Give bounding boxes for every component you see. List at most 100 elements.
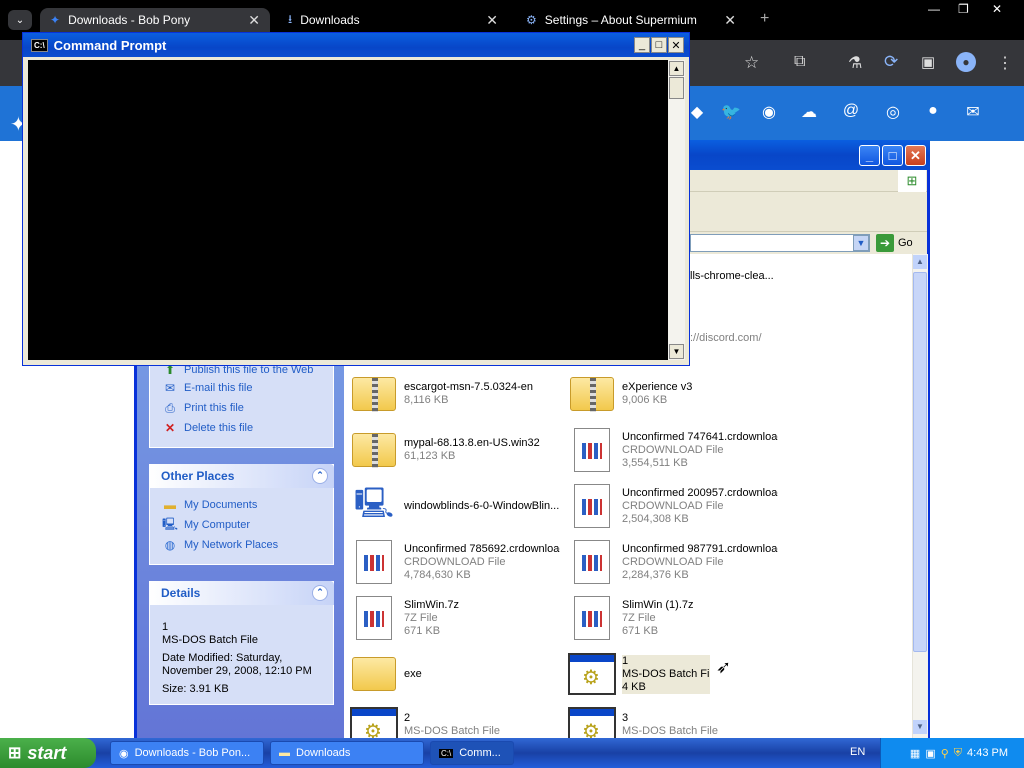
network-tray-icon[interactable]: ▦: [910, 747, 920, 760]
taskbar-button-downloads[interactable]: ▬ Downloads: [270, 741, 424, 765]
batch-file-icon: [568, 653, 616, 695]
sync-icon[interactable]: ⟳: [884, 52, 898, 72]
file-item[interactable]: Unconfirmed 747641.crdownload CRDOWNLOAD …: [568, 424, 778, 476]
file-item[interactable]: escargot-msn-7.5.0324-en 8,116 KB: [350, 368, 560, 420]
delete-file-link[interactable]: ✕ Delete this file: [162, 419, 253, 437]
twitter-icon[interactable]: 🐦: [720, 102, 742, 122]
windows-logo-icon: ⊞: [898, 170, 926, 192]
minimize-window-button[interactable]: —: [928, 2, 940, 16]
file-item[interactable]: Unconfirmed 200957.crdownload CRDOWNLOAD …: [568, 480, 778, 532]
explorer-close-button[interactable]: ✕: [905, 145, 926, 166]
file-item-selected[interactable]: 1MS-DOS Batch File4 KB: [568, 648, 710, 700]
close-tab-icon[interactable]: ✕: [724, 12, 736, 29]
document-icon: [574, 428, 610, 472]
address-field[interactable]: [690, 234, 870, 252]
tab-search-button[interactable]: ⌄: [8, 10, 32, 30]
email-file-link[interactable]: ✉ E-mail this file: [162, 379, 253, 397]
discord-icon[interactable]: ◎: [882, 102, 904, 122]
folder-icon: [352, 657, 396, 691]
tab-settings-about[interactable]: ⚙ Settings – About Supermium ✕: [516, 8, 746, 32]
cmd-icon: C:\: [31, 38, 48, 52]
zip-folder-icon: [352, 377, 396, 412]
bookmark-star-icon[interactable]: ☆: [744, 53, 759, 73]
details-file-type: MS-DOS Batch File: [162, 634, 258, 646]
my-computer-link[interactable]: 🖳 My Computer: [162, 516, 250, 534]
clock: 4:43 PM: [967, 747, 1008, 759]
new-tab-button[interactable]: +: [760, 10, 769, 28]
cmd-maximize-button[interactable]: □: [651, 37, 667, 53]
zip-folder-icon: [570, 377, 614, 412]
other-places-header[interactable]: Other Places ⌃: [149, 464, 334, 488]
explorer-maximize-button[interactable]: □: [882, 145, 903, 166]
extensions-icon[interactable]: ⧉: [794, 53, 805, 71]
file-item[interactable]: 2MS-DOS Batch File: [350, 706, 560, 738]
scroll-down-icon[interactable]: ▼: [669, 344, 684, 359]
side-panel-icon[interactable]: ▣: [921, 53, 935, 71]
file-item[interactable]: eXperience v3 9,006 KB: [568, 368, 778, 420]
file-item[interactable]: SlimWin.7z 7Z File 671 KB: [350, 592, 560, 644]
my-documents-link[interactable]: ▬ My Documents: [162, 496, 257, 514]
cmd-vertical-scrollbar[interactable]: [668, 60, 685, 360]
mouse-cursor-icon: ➶: [716, 657, 732, 677]
file-item[interactable]: mypal-68.13.8.en-US.win32 61,123 KB: [350, 424, 560, 476]
my-network-places-link[interactable]: ◍ My Network Places: [162, 536, 278, 554]
file-item[interactable]: 🖳 windowblinds-6-0-WindowBlin...: [350, 480, 560, 532]
zip-folder-icon: [352, 433, 396, 468]
cloud-icon[interactable]: ☁: [798, 102, 820, 122]
download-icon: ⭳: [288, 11, 293, 26]
partial-file-item[interactable]: ://discord.com/: [690, 332, 762, 345]
scrollbar-thumb[interactable]: [913, 272, 927, 652]
tab-downloads-bob-pony[interactable]: ✦ Downloads - Bob Pony ✕: [40, 8, 270, 32]
taskbar-button-browser[interactable]: ◉ Downloads - Bob Pon...: [110, 741, 264, 765]
language-indicator[interactable]: EN: [850, 746, 865, 758]
scroll-up-icon[interactable]: ▲: [669, 61, 684, 76]
close-tab-icon[interactable]: ✕: [486, 12, 498, 29]
security-tray-icon[interactable]: ⛨: [954, 747, 962, 760]
close-tab-icon[interactable]: ✕: [248, 12, 260, 29]
file-item[interactable]: SlimWin (1).7z 7Z File 671 KB: [568, 592, 778, 644]
document-icon: [356, 540, 392, 584]
search-icon[interactable]: ⚲: [941, 747, 949, 760]
github-icon[interactable]: ●: [922, 102, 944, 120]
collapse-chevron-icon[interactable]: ⌃: [312, 468, 328, 484]
bluesky-icon: ✦: [50, 13, 61, 27]
email-icon: ✉: [164, 381, 176, 395]
restore-window-button[interactable]: ❐: [958, 2, 969, 16]
email-icon[interactable]: ✉: [962, 102, 984, 122]
file-item[interactable]: Unconfirmed 785692.crdownload CRDOWNLOAD …: [350, 536, 560, 588]
document-icon: [574, 484, 610, 528]
profile-avatar-icon[interactable]: ●: [956, 52, 976, 72]
partial-file-item[interactable]: lls-chrome-clea...: [690, 270, 774, 283]
explorer-minimize-button[interactable]: _: [859, 145, 880, 166]
delete-x-icon: ✕: [164, 421, 176, 435]
start-button[interactable]: ⊞ start: [0, 738, 96, 768]
system-tray: ▦ ▣ ⚲ ⛨ 4:43 PM: [880, 738, 1024, 768]
scrollbar-thumb[interactable]: [669, 77, 684, 99]
details-header[interactable]: Details ⌃: [149, 581, 334, 605]
folder-icon: ▬: [164, 498, 176, 512]
close-window-button[interactable]: ✕: [992, 2, 1002, 16]
threads-icon[interactable]: @: [840, 102, 862, 120]
go-button[interactable]: ➔ Go: [876, 234, 913, 252]
scroll-down-icon[interactable]: ▼: [913, 720, 927, 734]
file-item[interactable]: Unconfirmed 987791.crdownload CRDOWNLOAD …: [568, 536, 778, 588]
scroll-up-icon[interactable]: ▲: [913, 255, 927, 269]
printer-icon: ⎙: [165, 400, 175, 415]
cmd-minimize-button[interactable]: _: [634, 37, 650, 53]
collapse-chevron-icon[interactable]: ⌃: [312, 585, 328, 601]
file-item[interactable]: exe: [350, 648, 560, 700]
gear-icon: ⚙: [526, 13, 537, 27]
address-dropdown-icon[interactable]: ▼: [853, 235, 869, 251]
file-item[interactable]: 3MS-DOS Batch File: [568, 706, 778, 738]
labs-flask-icon[interactable]: ⚗: [848, 53, 862, 73]
more-menu-icon[interactable]: ⋮: [997, 53, 1013, 73]
print-file-link[interactable]: ⎙ Print this file: [162, 399, 244, 417]
cmd-close-button[interactable]: ✕: [668, 37, 684, 53]
display-tray-icon[interactable]: ▣: [925, 747, 935, 760]
tab-downloads[interactable]: ⭳ Downloads ✕: [278, 8, 508, 32]
command-prompt-title-bar[interactable]: C:\ Command Prompt: [23, 33, 689, 57]
command-prompt-console[interactable]: [28, 60, 668, 360]
document-icon: [574, 540, 610, 584]
mastodon-icon[interactable]: ◉: [758, 102, 780, 122]
taskbar-button-cmd[interactable]: C:\ Comm...: [430, 741, 514, 765]
